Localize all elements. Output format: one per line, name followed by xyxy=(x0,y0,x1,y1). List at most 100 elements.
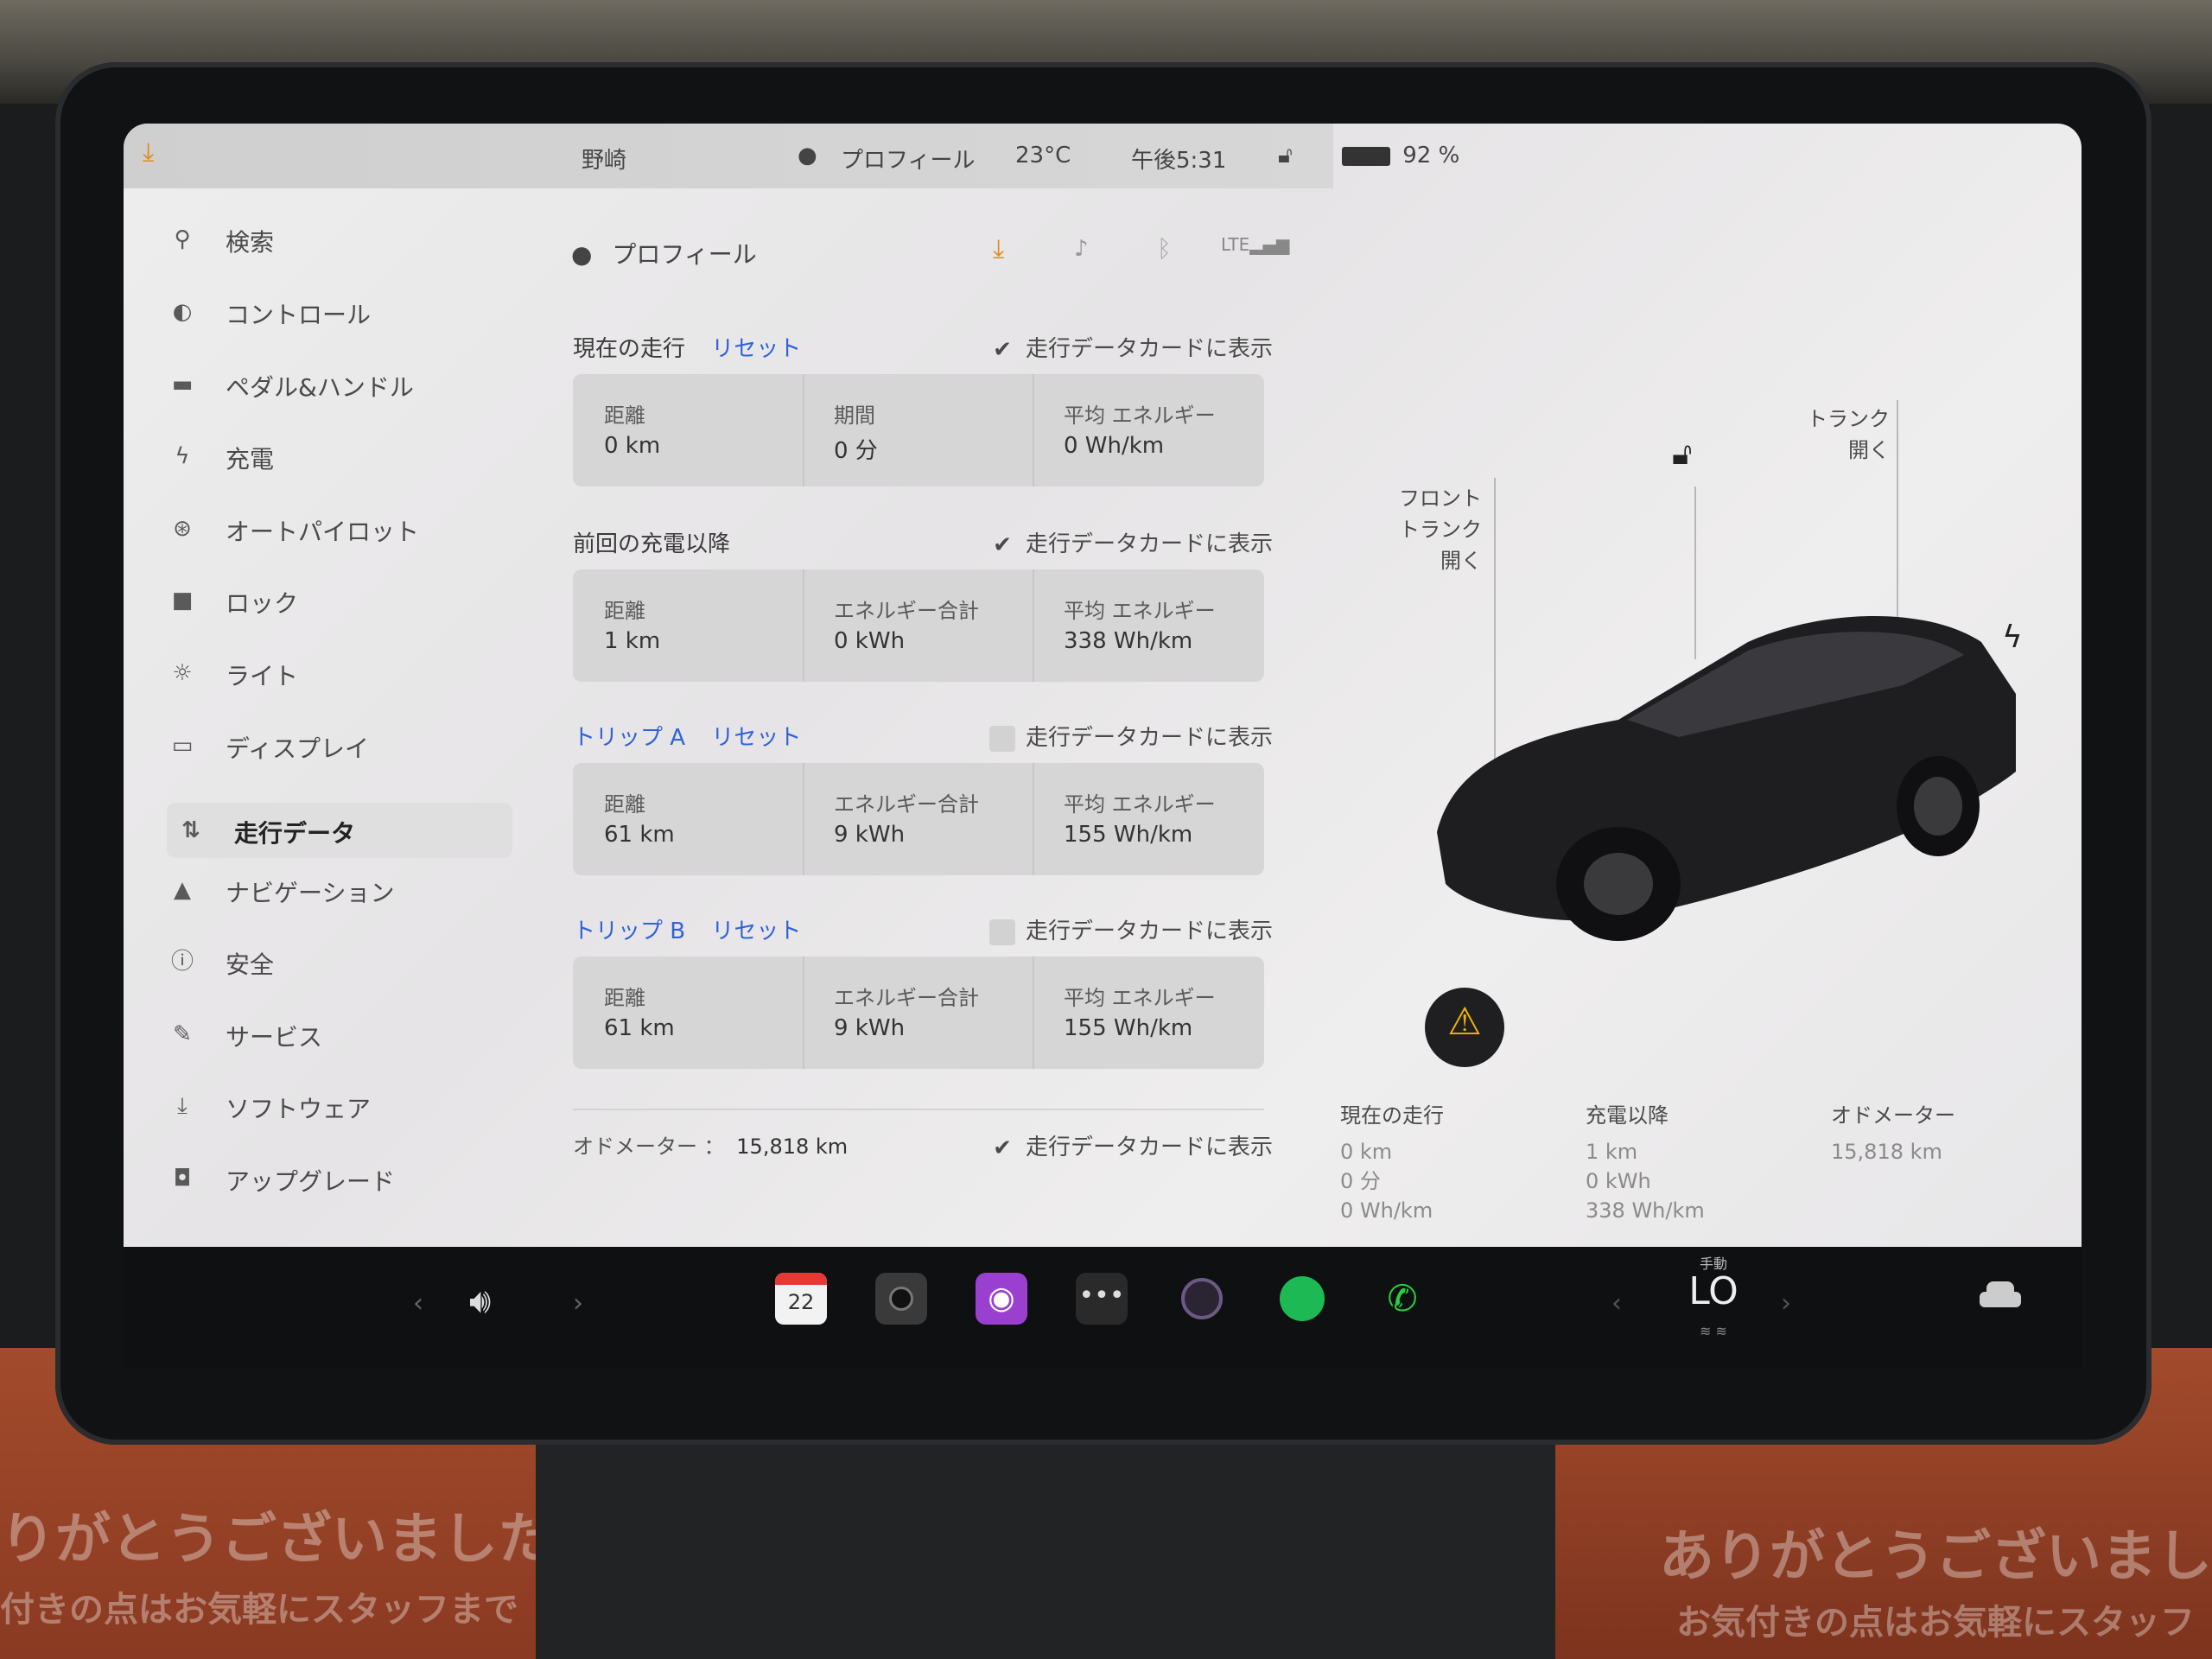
sidebar-item-label: ロック xyxy=(226,589,299,618)
summary-value: 0 Wh/km xyxy=(1340,1198,1433,1223)
stat-label: 距離 xyxy=(604,792,645,817)
section-title: トリップ A xyxy=(573,725,686,751)
car-menu-button[interactable] xyxy=(1974,1278,2026,1313)
stat-value: 61 km xyxy=(604,1015,675,1041)
checkbox-empty xyxy=(989,918,1015,945)
sidebar-item-navigation[interactable]: ▲ ナビゲーション xyxy=(158,862,495,918)
section-title: 現在の走行 xyxy=(573,336,686,362)
checkbox-empty xyxy=(989,725,1015,752)
volume-right-chevron-icon[interactable]: › xyxy=(573,1288,583,1319)
profile-label[interactable]: プロフィール xyxy=(841,143,975,175)
trip-a-card: 距離 61 km エネルギー合計 9 kWh 平均 エネルギー 155 Wh/km xyxy=(573,763,1264,875)
lte-signal-icon: LTE▂▄▆ xyxy=(1221,234,1290,255)
checkbox-label: 走行データカードに表示 xyxy=(1026,336,1274,362)
calendar-app-button[interactable]: 22 xyxy=(775,1273,827,1325)
sidebar-item-label: ペダル&ハンドル xyxy=(226,373,414,402)
bag-icon: ◘ xyxy=(173,1166,192,1192)
section-title: 前回の充電以降 xyxy=(573,531,731,557)
unlock-icon[interactable]: 🔓︎ xyxy=(1672,436,1692,473)
show-on-card-checkbox[interactable]: 走行データカードに表示 xyxy=(989,720,1273,752)
odometer-row: オドメーター ： 15,818 km xyxy=(573,1129,848,1160)
volume-left-chevron-icon[interactable]: ‹ xyxy=(413,1288,423,1319)
stat-label: 平均 エネルギー xyxy=(1064,792,1216,817)
podcasts-app-button[interactable]: ◉ xyxy=(976,1273,1027,1325)
trips-icon: ⇅ xyxy=(181,817,200,843)
show-on-card-checkbox[interactable]: ✔ 走行データカードに表示 xyxy=(989,526,1273,558)
alert-button[interactable]: ⚠ xyxy=(1425,988,1504,1067)
stat-value: 0 Wh/km xyxy=(1064,433,1165,459)
sidebar-item-upgrades[interactable]: ◘ アップグレード xyxy=(158,1151,495,1206)
download-icon[interactable]: ⤓ xyxy=(143,137,154,168)
sidebar-item-search[interactable]: ⚲ 検索 xyxy=(158,212,495,267)
sidebar-item-label: オートパイロット xyxy=(226,518,420,546)
summary-value: 1 km xyxy=(1586,1140,1638,1164)
sidebar-item-controls[interactable]: ◐ コントロール xyxy=(158,284,495,340)
show-on-card-checkbox[interactable]: ✔ 走行データカードに表示 xyxy=(989,331,1273,363)
odometer-value: 15,818 km xyxy=(736,1135,849,1159)
reset-trip-b-button[interactable]: リセット xyxy=(711,918,801,944)
camera-icon xyxy=(889,1287,913,1311)
stat-value: 155 Wh/km xyxy=(1064,1015,1193,1041)
spotify-icon xyxy=(1280,1276,1325,1321)
navigation-icon: ▲ xyxy=(174,877,191,903)
reset-current-button[interactable]: リセット xyxy=(711,336,801,362)
sidebar-item-trips[interactable]: ⇅ 走行データ xyxy=(167,803,512,858)
stat-value: 0 km xyxy=(604,433,661,459)
sidebar-item-software[interactable]: ⤓ ソフトウェア xyxy=(158,1078,495,1134)
summary-title: 現在の走行 xyxy=(1340,1103,1444,1128)
summary-value: 15,818 km xyxy=(1831,1140,1942,1164)
sidebar-item-safety[interactable]: ⓘ 安全 xyxy=(158,934,495,989)
sidebar-item-autopilot[interactable]: ⊛ オートパイロット xyxy=(158,501,495,556)
divider xyxy=(803,957,804,1069)
summary-title: 充電以降 xyxy=(1586,1103,1669,1128)
info-circle-icon: ⓘ xyxy=(170,949,194,975)
sidebar-item-lights[interactable]: ☼ ライト xyxy=(158,645,495,701)
bluetooth-icon[interactable]: ᛒ xyxy=(1157,234,1172,263)
status-bar: ⤓ 野崎 ● プロフィール 23°C 午後5:31 🔓︎ xyxy=(124,124,1333,188)
spotify-app-button[interactable] xyxy=(1276,1273,1328,1325)
divider xyxy=(803,763,804,875)
sidebar-item-locks[interactable]: ■ ロック xyxy=(158,573,495,628)
sidebar-item-charging[interactable]: ϟ 充電 xyxy=(158,429,495,484)
sidebar-item-service[interactable]: ✎ サービス xyxy=(158,1007,495,1062)
reset-trip-a-button[interactable]: リセット xyxy=(711,725,801,751)
car-icon: ▬ xyxy=(171,372,194,397)
download-icon[interactable]: ⤓ xyxy=(993,234,1004,264)
since-charge-card: 距離 1 km エネルギー合計 0 kWh 平均 エネルギー 338 Wh/km xyxy=(573,569,1264,682)
stat-value: 155 Wh/km xyxy=(1064,822,1193,848)
bell-icon[interactable]: ♪ xyxy=(1074,236,1089,262)
wrench-icon: ✎ xyxy=(173,1021,192,1047)
more-apps-button[interactable]: ••• xyxy=(1076,1273,1128,1325)
temp-up-chevron-icon[interactable]: › xyxy=(1781,1288,1791,1319)
checkmark-icon: ✔ xyxy=(993,1135,1012,1161)
lock-icon[interactable]: 🔓︎ xyxy=(1278,143,1293,169)
divider xyxy=(573,1109,1264,1110)
camera-app-button[interactable] xyxy=(875,1273,927,1325)
sidebar-item-pedals[interactable]: ▬ ペダル&ハンドル xyxy=(158,357,495,412)
sidebar-item-label: 走行データ xyxy=(234,819,356,848)
mat-text: りがとうございました xyxy=(0,1508,553,1572)
sidebar-item-display[interactable]: ▭ ディスプレイ xyxy=(158,718,495,773)
summary-since-charge: 充電以降 1 km 0 kWh 338 Wh/km xyxy=(1586,1098,1705,1225)
volume-icon[interactable]: 🔊︎ xyxy=(469,1281,491,1321)
dashcam-app-button[interactable] xyxy=(1176,1273,1228,1325)
show-on-card-checkbox[interactable]: ✔ 走行データカードに表示 xyxy=(989,1129,1273,1161)
temperature: 23°C xyxy=(1015,143,1071,168)
search-icon: ⚲ xyxy=(174,226,191,252)
climate-temperature-button[interactable]: LO xyxy=(1670,1269,1757,1313)
profile-icon[interactable]: ● xyxy=(798,143,817,168)
sidebar-item-label: アップグレード xyxy=(226,1167,396,1196)
show-on-card-checkbox[interactable]: 走行データカードに表示 xyxy=(989,913,1273,945)
temp-down-chevron-icon[interactable]: ‹ xyxy=(1611,1288,1622,1319)
summary-title: オドメーター xyxy=(1831,1103,1955,1128)
dock-bar: ‹ 🔊︎ › 22 ◉ ••• ✆ ‹ 手動 LO ≋ ≋ › xyxy=(124,1247,2082,1368)
stat-value: 338 Wh/km xyxy=(1064,628,1193,654)
summary-odometer: オドメーター 15,818 km xyxy=(1831,1098,1955,1166)
front-trunk-open-button[interactable]: フロント トランク 開く xyxy=(1399,483,1482,576)
stat-value: 9 kWh xyxy=(834,1015,906,1041)
profile-header[interactable]: ● プロフィール xyxy=(571,236,757,270)
front-trunk-line: 開く xyxy=(1440,549,1482,573)
trunk-open-button[interactable]: トランク 開く xyxy=(1807,404,1890,466)
phone-app-button[interactable]: ✆ xyxy=(1376,1273,1428,1325)
front-trunk-line: トランク xyxy=(1399,518,1482,542)
